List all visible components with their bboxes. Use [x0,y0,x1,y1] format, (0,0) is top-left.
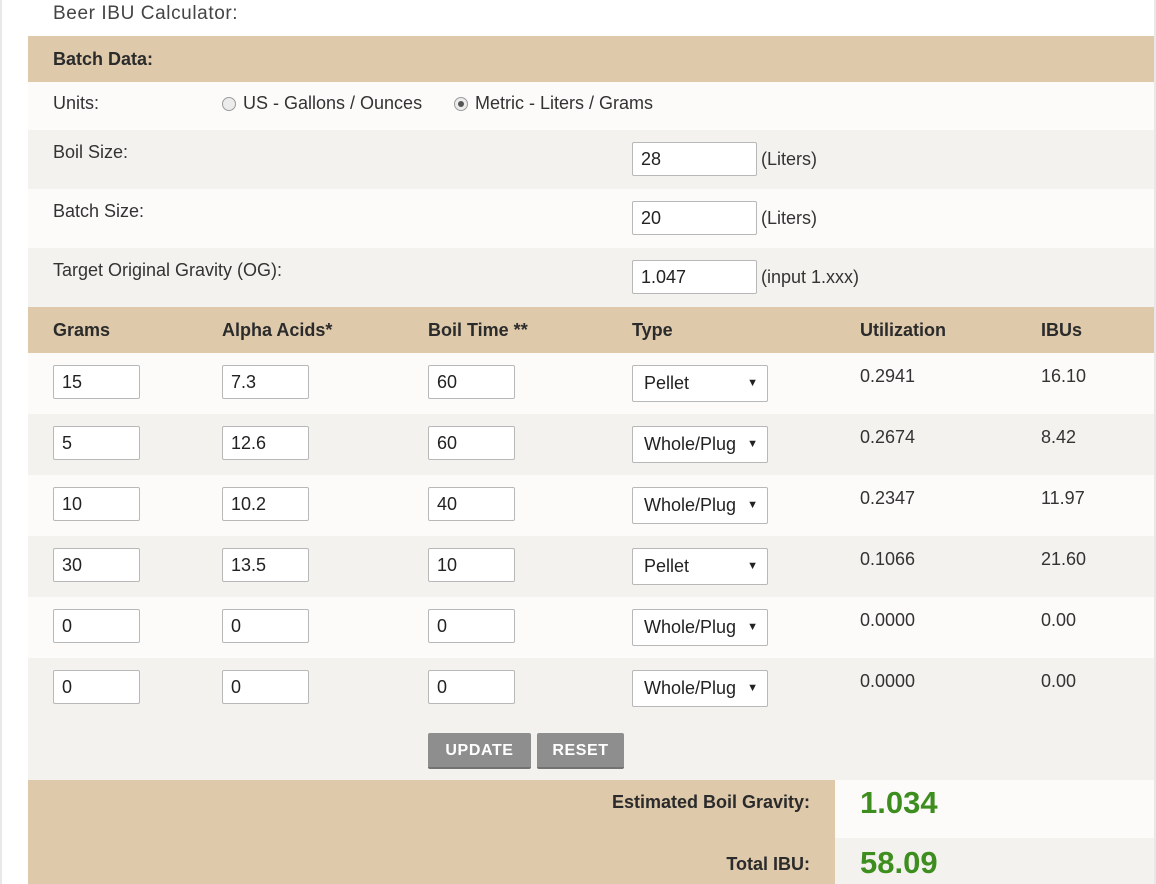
header-type: Type [632,320,673,340]
hop-type-select[interactable]: Pellet ▼ [632,548,768,585]
units-option-us-label: US - Gallons / Ounces [243,93,423,113]
alpha-acids-input[interactable] [222,487,309,521]
reset-button[interactable]: RESET [537,733,624,769]
header-alpha-acids: Alpha Acids* [222,320,333,340]
boil-time-input[interactable] [428,365,515,399]
alpha-acids-input[interactable] [222,365,309,399]
grams-input[interactable] [53,670,140,704]
boil-gravity-row: Estimated Boil Gravity: 1.034 [28,780,1154,838]
dropdown-arrow-icon: ▼ [747,560,758,572]
hop-type-value: Pellet [644,373,690,393]
dropdown-arrow-icon: ▼ [747,438,758,450]
grams-input[interactable] [53,487,140,521]
hop-row: Pellet ▼ 0.2941 16.10 [28,353,1154,414]
boil-time-input[interactable] [428,670,515,704]
target-og-row: Target Original Gravity (OG): (input 1.x… [28,248,1154,307]
alpha-acids-input[interactable] [222,548,309,582]
boil-time-input[interactable] [428,548,515,582]
dropdown-arrow-icon: ▼ [747,682,758,694]
boil-size-row: Boil Size: (Liters) [28,130,1154,189]
boil-size-unit: (Liters) [761,149,818,169]
dropdown-arrow-icon: ▼ [747,621,758,633]
header-utilization: Utilization [860,320,946,340]
hop-row: Whole/Plug ▼ 0.2347 11.97 [28,475,1154,536]
units-option-metric-label: Metric - Liters / Grams [475,93,654,113]
action-row: UPDATE RESET [28,719,1154,780]
hop-row: Whole/Plug ▼ 0.2674 8.42 [28,414,1154,475]
radio-metric-icon[interactable] [454,96,468,111]
hop-type-select[interactable]: Whole/Plug ▼ [632,670,768,707]
left-border [0,0,2,884]
batch-size-label: Batch Size: [53,201,145,221]
boil-size-label: Boil Size: [53,142,129,162]
ibus-value: 11.97 [1041,488,1085,508]
header-ibus: IBUs [1041,320,1083,340]
utilization-value: 0.2941 [860,366,916,386]
ibu-calculator: Batch Data: Units: US - Gallons / Ounces… [28,36,1154,884]
utilization-value: 0.0000 [860,671,916,691]
header-boil-time: Boil Time ** [428,320,528,340]
hop-type-select[interactable]: Whole/Plug ▼ [632,487,768,524]
units-label: Units: [53,93,100,113]
hop-type-value: Whole/Plug [644,495,737,515]
batch-data-label: Batch Data: [53,49,154,69]
ibus-value: 0.00 [1041,671,1077,691]
total-ibu-value: 58.09 [860,845,938,880]
ibus-value: 8.42 [1041,427,1077,447]
hop-type-value: Whole/Plug [644,434,737,454]
alpha-acids-input[interactable] [222,426,309,460]
hop-row: Pellet ▼ 0.1066 21.60 [28,536,1154,597]
ibus-value: 0.00 [1041,610,1077,630]
radio-us-icon[interactable] [222,96,236,111]
boil-gravity-value: 1.034 [860,785,938,820]
hop-type-value: Whole/Plug [644,617,737,637]
hop-type-value: Pellet [644,556,690,576]
grams-input[interactable] [53,548,140,582]
total-ibu-cell: 58.09 [835,838,1154,884]
boil-gravity-label: Estimated Boil Gravity: [611,792,810,812]
grams-input[interactable] [53,609,140,643]
calculator-title: Beer IBU Calculator: [53,3,239,24]
utilization-value: 0.2674 [860,427,916,447]
batch-size-unit: (Liters) [761,208,818,228]
target-og-input[interactable] [632,260,757,294]
grams-input[interactable] [53,426,140,460]
boil-gravity-cell: 1.034 [835,780,1154,838]
hop-type-value: Whole/Plug [644,678,737,698]
hop-type-select[interactable]: Whole/Plug ▼ [632,609,768,646]
utilization-value: 0.2347 [860,488,916,508]
units-option-us[interactable]: US - Gallons / Ounces [222,93,422,114]
utilization-value: 0.0000 [860,610,916,630]
dropdown-arrow-icon: ▼ [747,377,758,389]
ibus-value: 16.10 [1041,366,1087,386]
ibus-value: 21.60 [1041,549,1087,569]
units-option-metric[interactable]: Metric - Liters / Grams [454,93,653,114]
boil-time-input[interactable] [428,426,515,460]
total-ibu-row: Total IBU: 58.09 [28,838,1154,884]
batch-size-input[interactable] [632,201,757,235]
hop-type-select[interactable]: Pellet ▼ [632,365,768,402]
hop-table-header: Grams Alpha Acids* Boil Time ** Type Uti… [28,307,1154,353]
hop-row: Whole/Plug ▼ 0.0000 0.00 [28,658,1154,719]
hop-type-select[interactable]: Whole/Plug ▼ [632,426,768,463]
batch-data-header: Batch Data: [28,36,1154,82]
alpha-acids-input[interactable] [222,670,309,704]
boil-time-input[interactable] [428,487,515,521]
grams-input[interactable] [53,365,140,399]
total-ibu-label: Total IBU: [726,854,810,874]
hop-row: Whole/Plug ▼ 0.0000 0.00 [28,597,1154,658]
header-grams: Grams [53,320,111,340]
batch-size-row: Batch Size: (Liters) [28,189,1154,248]
target-og-unit: (input 1.xxx) [761,267,860,287]
utilization-value: 0.1066 [860,549,916,569]
alpha-acids-input[interactable] [222,609,309,643]
dropdown-arrow-icon: ▼ [747,499,758,511]
page: Beer IBU Calculator: Batch Data: Units: … [0,0,1156,884]
update-button[interactable]: UPDATE [428,733,531,769]
units-row: Units: US - Gallons / Ounces Metric - Li… [28,82,1154,130]
boil-time-input[interactable] [428,609,515,643]
boil-size-input[interactable] [632,142,757,176]
target-og-label: Target Original Gravity (OG): [53,260,283,280]
